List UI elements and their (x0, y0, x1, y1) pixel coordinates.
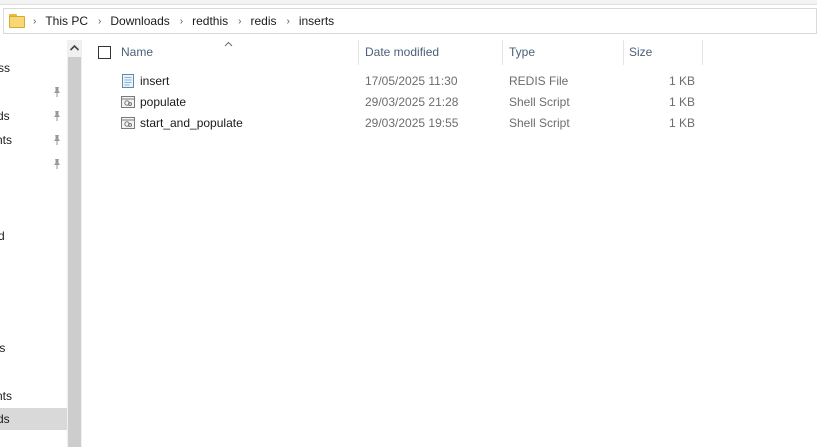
chevron-right-icon[interactable]: › (33, 16, 36, 27)
nav-item-selected[interactable]: ds (0, 408, 67, 430)
file-type: Shell Script (509, 95, 570, 109)
nav-item[interactable] (0, 81, 67, 103)
pin-icon (51, 134, 63, 146)
pin-icon (51, 86, 63, 98)
file-type: Shell Script (509, 116, 570, 130)
ribbon-edge (0, 0, 817, 5)
nav-item[interactable]: nts (0, 129, 67, 151)
column-header-type[interactable]: Type (503, 40, 623, 65)
column-header-row: Name Date modified Type Size (83, 40, 817, 65)
nav-item-label: nts (0, 133, 13, 147)
nav-item-label: nts (0, 389, 13, 403)
script-file-icon (120, 94, 136, 110)
select-all-checkbox[interactable] (98, 46, 111, 59)
address-bar[interactable]: › This PC › Downloads › redthis › redis … (3, 8, 817, 34)
nav-item[interactable]: ss (0, 57, 67, 79)
breadcrumb-redthis[interactable]: redthis (190, 12, 230, 30)
file-date-modified: 17/05/2025 11:30 (365, 74, 458, 88)
breadcrumb-inserts[interactable]: inserts (297, 12, 336, 30)
nav-item[interactable] (0, 153, 67, 175)
nav-item[interactable]: ts (0, 337, 67, 359)
file-name[interactable]: populate (140, 92, 186, 113)
file-list[interactable]: Name Date modified Type Size insert 17/0… (83, 40, 817, 447)
file-type: REDIS File (509, 74, 569, 88)
file-date-modified: 29/03/2025 19:55 (365, 116, 459, 130)
file-size: 1 KB (668, 74, 695, 88)
breadcrumb-downloads[interactable]: Downloads (108, 12, 171, 30)
script-file-icon (120, 115, 136, 131)
nav-item[interactable]: ds (0, 105, 67, 127)
chevron-right-icon[interactable]: › (286, 16, 289, 27)
pin-icon (51, 110, 63, 122)
breadcrumb-this-pc[interactable]: This PC (43, 12, 90, 30)
file-size: 1 KB (668, 95, 695, 109)
table-row[interactable]: insert 17/05/2025 11:30 REDIS File 1 KB (83, 71, 817, 92)
file-name[interactable]: start_and_populate (140, 113, 243, 134)
nav-item-label: ss (0, 61, 10, 75)
navigation-scrollbar[interactable] (67, 40, 82, 447)
nav-item-label: ds (0, 412, 10, 426)
breadcrumb-redis[interactable]: redis (248, 12, 278, 30)
table-row[interactable]: populate 29/03/2025 21:28 Shell Script 1… (83, 92, 817, 113)
column-header-size[interactable]: Size (623, 40, 702, 65)
column-header-date[interactable]: Date modified (359, 40, 502, 65)
column-header-name[interactable]: Name (115, 40, 358, 65)
file-size: 1 KB (668, 116, 695, 130)
text-file-icon (120, 73, 136, 89)
scroll-up-icon[interactable] (67, 40, 82, 56)
folder-icon (9, 14, 25, 28)
nav-item[interactable]: d (0, 225, 67, 247)
chevron-right-icon[interactable]: › (238, 16, 241, 27)
chevron-right-icon[interactable]: › (98, 16, 101, 27)
navigation-pane[interactable]: ss ds nts d ts nts ds (0, 40, 67, 447)
column-divider[interactable] (702, 40, 703, 65)
file-name[interactable]: insert (140, 71, 169, 92)
chevron-right-icon[interactable]: › (180, 16, 183, 27)
nav-item-label: ts (0, 341, 6, 355)
nav-item-label: d (0, 229, 5, 243)
nav-item-label: ds (0, 109, 10, 123)
table-row[interactable]: start_and_populate 29/03/2025 19:55 Shel… (83, 113, 817, 134)
nav-item[interactable]: nts (0, 385, 67, 407)
scrollbar-thumb[interactable] (68, 57, 81, 447)
pin-icon (51, 158, 63, 170)
file-date-modified: 29/03/2025 21:28 (365, 95, 459, 109)
